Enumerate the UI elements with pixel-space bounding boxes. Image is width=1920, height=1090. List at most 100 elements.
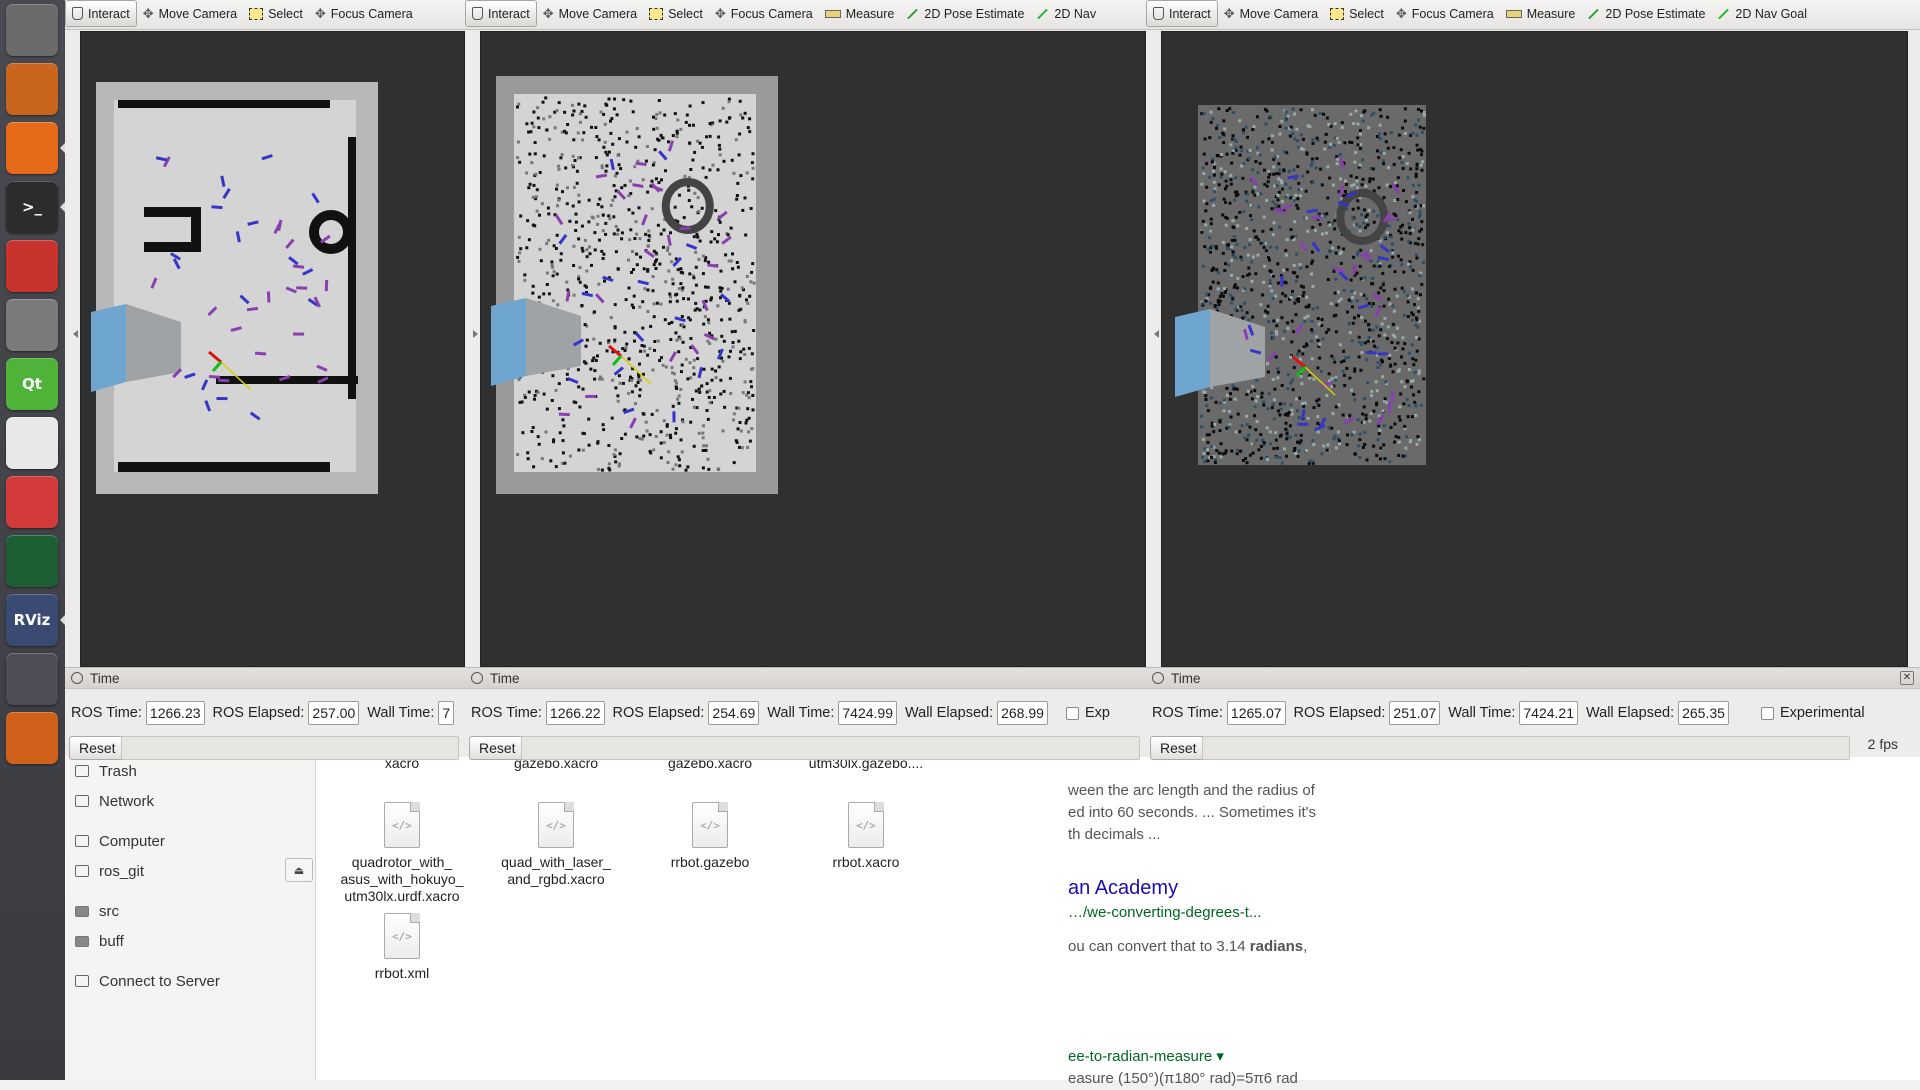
map-noise-pixel (1295, 204, 1298, 207)
pose-estimate-tool[interactable]: 2D Pose Estimate (900, 0, 1030, 27)
pose-estimate-tool[interactable]: 2D Pose Estimate (1581, 0, 1711, 27)
select-tool[interactable]: Select (243, 0, 309, 27)
file-item[interactable]: </>rrbot.gazebo (635, 802, 785, 871)
web-browser-icon[interactable] (6, 535, 58, 587)
map-noise-pixel (1420, 220, 1423, 223)
map-render[interactable] (481, 32, 1147, 637)
workspace-switcher-icon[interactable] (6, 653, 58, 705)
map-noise-pixel (1214, 461, 1217, 464)
map-noise-pixel (1210, 396, 1213, 399)
ros-time-value[interactable]: 1265.07 (1227, 701, 1286, 725)
wall-time-value[interactable]: 7424.99 (838, 701, 897, 725)
map-noise-pixel (1356, 180, 1359, 183)
move-camera-tool[interactable]: ✥Move Camera (1218, 0, 1324, 27)
system-settings-icon[interactable] (6, 240, 58, 292)
interact-tool[interactable]: Interact (465, 0, 537, 27)
screenshot-icon[interactable] (6, 299, 58, 351)
map-noise-pixel (751, 161, 754, 164)
map-noise-pixel (1403, 425, 1406, 428)
focus-camera-tool[interactable]: ✥Focus Camera (709, 0, 819, 27)
map-noise-pixel (576, 182, 579, 185)
firefox-icon[interactable] (6, 122, 58, 174)
rviz-icon[interactable]: RViz (6, 594, 58, 646)
file-item[interactable]: </>quad_with_laser_ and_rgbd.xacro (481, 802, 631, 888)
map-noise-pixel (744, 320, 747, 323)
focus-camera-tool[interactable]: ✥Focus Camera (1390, 0, 1500, 27)
interact-tool[interactable]: Interact (1146, 0, 1218, 27)
map-noise-pixel (663, 229, 666, 232)
3d-viewport[interactable] (480, 31, 1146, 667)
place-computer[interactable]: Computer (75, 830, 165, 852)
wall-elapsed-value[interactable]: 265.35 (1678, 701, 1729, 725)
move-camera-tool[interactable]: ✥Move Camera (537, 0, 643, 27)
place-src[interactable]: src (75, 900, 119, 922)
map-noise-pixel (1298, 449, 1301, 452)
ros-elapsed-value[interactable]: 257.00 (308, 701, 359, 725)
map-noise-pixel (593, 231, 596, 234)
places-sidebar: Trash Network Computer ros_git ⏏ src buf… (65, 740, 316, 1080)
reset-button[interactable]: Reset (1150, 736, 1207, 760)
wall-time-value[interactable]: 7424.21 (1519, 701, 1578, 725)
experimental-checkbox[interactable] (1761, 707, 1774, 720)
map-noise-pixel (1283, 330, 1286, 333)
measure-tool[interactable]: Measure (1500, 0, 1582, 27)
search-result-url[interactable]: …/we-converting-degrees-t... (1068, 902, 1261, 924)
search-result-url[interactable]: ee-to-radian-measure ▾ (1068, 1046, 1224, 1068)
reset-button[interactable]: Reset (469, 736, 526, 760)
qt-creator-icon[interactable]: Qt (6, 358, 58, 410)
place-ros-git[interactable]: ros_git (75, 860, 144, 882)
place-network[interactable]: Network (75, 790, 154, 812)
measure-tool[interactable]: Measure (819, 0, 901, 27)
map-noise-pixel (543, 393, 546, 396)
map-noise-pixel (1402, 271, 1405, 274)
place-connect-to-server[interactable]: Connect to Server (75, 970, 220, 992)
text-editor-icon[interactable] (6, 417, 58, 469)
ros-time-value[interactable]: 1266.22 (546, 701, 605, 725)
map-noise-pixel (586, 255, 589, 258)
place-trash[interactable]: Trash (75, 760, 137, 782)
map-noise-pixel (687, 189, 690, 192)
file-item[interactable]: </>rrbot.xml (327, 913, 477, 982)
map-noise-pixel (1292, 108, 1295, 111)
place-buff[interactable]: buff (75, 930, 124, 952)
terminal-icon[interactable]: >_ (6, 181, 58, 233)
wall-time-value[interactable]: 7 (438, 701, 454, 725)
file-item[interactable]: </>quadrotor_with_ asus_with_hokuyo_ utm… (327, 802, 477, 905)
search-result-title[interactable]: an Academy (1068, 877, 1178, 899)
ros-elapsed-value[interactable]: 254.69 (708, 701, 759, 725)
map-noise-pixel (1383, 305, 1386, 308)
experimental-checkbox[interactable] (1066, 707, 1079, 720)
close-panel-icon[interactable]: ✕ (1900, 671, 1914, 685)
select-tool[interactable]: Select (643, 0, 709, 27)
focus-camera-tool[interactable]: ✥Focus Camera (309, 0, 419, 27)
trash-folder-icon[interactable] (6, 712, 58, 764)
map-noise-pixel (1261, 141, 1264, 144)
map-render[interactable] (81, 32, 466, 637)
splitter-handle-icon[interactable] (473, 330, 478, 338)
map-noise-pixel (1282, 269, 1285, 272)
map-render[interactable] (1162, 32, 1909, 637)
map-noise-pixel (707, 321, 710, 324)
ros-time-value[interactable]: 1266.23 (146, 701, 205, 725)
reset-button[interactable]: Reset (69, 736, 126, 760)
3d-viewport[interactable] (80, 31, 465, 667)
interact-tool[interactable]: Interact (65, 0, 137, 27)
nav-goal-tool[interactable]: 2D Nav (1030, 0, 1102, 27)
wall-elapsed-value[interactable]: 268.99 (997, 701, 1048, 725)
3d-viewport[interactable] (1161, 31, 1908, 667)
nav-goal-tool[interactable]: 2D Nav Goal (1711, 0, 1813, 27)
select-tool[interactable]: Select (1324, 0, 1390, 27)
splitter-handle-icon[interactable] (1154, 330, 1159, 338)
map-noise-pixel (751, 394, 754, 397)
splitter-handle-icon[interactable] (73, 330, 78, 338)
pdf-viewer-icon[interactable] (6, 476, 58, 528)
map-noise-pixel (1283, 447, 1286, 450)
file-item[interactable]: </>rrbot.xacro (791, 802, 941, 871)
eject-icon[interactable]: ⏏ (285, 858, 313, 882)
files-archive-icon[interactable] (6, 63, 58, 115)
move-camera-tool[interactable]: ✥Move Camera (137, 0, 243, 27)
files-launcher-icon[interactable] (6, 4, 58, 56)
ros-elapsed-value[interactable]: 251.07 (1389, 701, 1440, 725)
map-noise-pixel (711, 368, 714, 371)
map-noise-pixel (1351, 305, 1354, 308)
